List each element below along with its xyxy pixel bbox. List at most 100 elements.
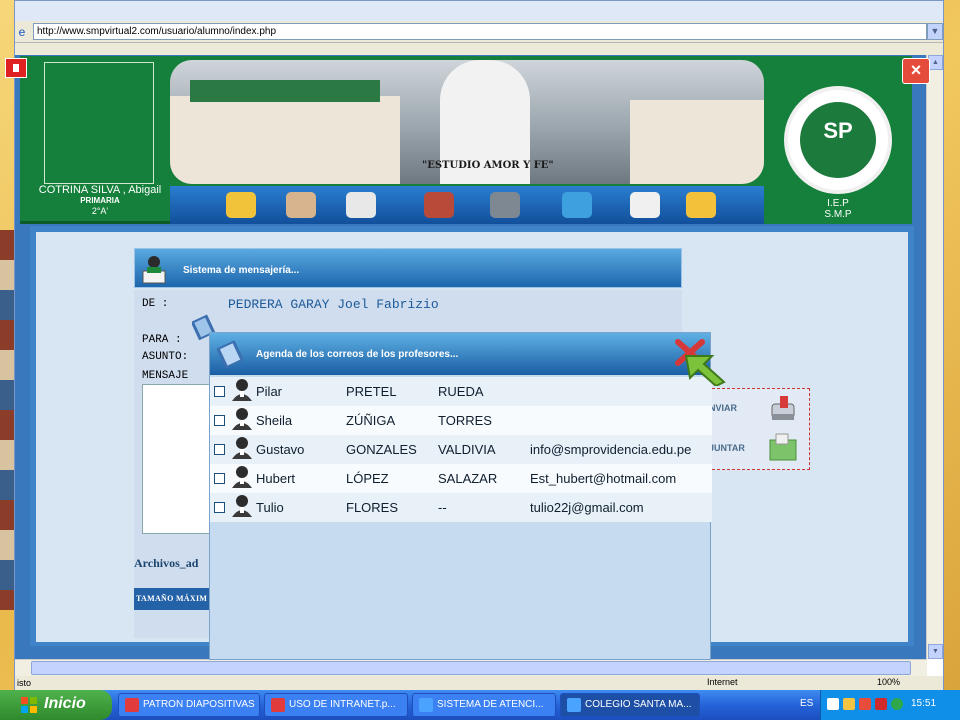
taskbar-item-patron[interactable]: PATRON DIAPOSITIVAS xyxy=(118,693,260,717)
teacher-row[interactable]: Tulio FLORES -- tulio22j@gmail.com xyxy=(210,493,712,522)
teacher-checkbox[interactable] xyxy=(214,414,225,426)
teacher-checkbox[interactable] xyxy=(214,472,225,484)
max-size-label: TAMAÑO MÁXIM xyxy=(136,594,208,603)
tray-network-icon[interactable] xyxy=(875,698,887,710)
minimize-button[interactable] xyxy=(5,58,27,78)
to-label: PARA : xyxy=(142,334,182,346)
address-bar[interactable]: e http://www.smpvirtual2.com/usuario/alu… xyxy=(15,21,943,43)
teacher-last-name-1: PRETEL xyxy=(346,384,397,399)
attach-file-icon[interactable] xyxy=(766,432,800,464)
student-computer-icon xyxy=(142,256,166,284)
status-zone: Internet xyxy=(707,677,738,687)
teacher-row[interactable]: Sheila ZÚÑIGA TORRES xyxy=(210,406,712,435)
banner-school-sign xyxy=(190,80,380,102)
teacher-last-name-2: VALDIVIA xyxy=(438,442,496,457)
logo-initials: SP xyxy=(823,118,853,143)
address-input[interactable]: http://www.smpvirtual2.com/usuario/alumn… xyxy=(33,23,927,40)
close-button[interactable]: × xyxy=(902,58,930,84)
teacher-last-name-2: TORRES xyxy=(438,413,492,428)
main-nav xyxy=(170,186,764,224)
school-banner-image: "ESTUDIO AMOR Y FE" xyxy=(170,60,764,184)
teacher-checkbox[interactable] xyxy=(214,443,225,455)
teacher-checkbox[interactable] xyxy=(214,385,225,397)
send-mail-icon[interactable] xyxy=(766,394,800,424)
status-zoom[interactable]: 100% xyxy=(877,677,900,687)
system-tray xyxy=(820,690,960,720)
ie-icon xyxy=(567,698,581,712)
school-name-line2: S.M.P xyxy=(824,209,852,220)
subject-label: ASUNTO: xyxy=(142,351,189,363)
teacher-email[interactable]: tulio22j@gmail.com xyxy=(530,493,712,522)
language-indicator[interactable]: ES xyxy=(800,698,813,709)
internet-icon[interactable] xyxy=(562,192,592,218)
teacher-first-name: Hubert xyxy=(256,471,296,486)
student-photo xyxy=(44,62,154,184)
pointer-arrow-icon xyxy=(684,355,726,386)
school-short-name: I.E.P S.M.P xyxy=(764,198,912,220)
teacher-email[interactable]: Est_hubert@hotmail.com xyxy=(530,464,712,493)
teacher-select-cell xyxy=(210,464,230,493)
horizontal-scrollbar[interactable] xyxy=(15,659,927,676)
tray-status-icon[interactable] xyxy=(891,698,903,710)
teacher-row[interactable]: Pilar PRETEL RUEDA xyxy=(210,377,712,406)
teacher-avatar-icon xyxy=(232,379,252,401)
address-book-icon xyxy=(216,340,244,369)
school-name-line1: I.E.P xyxy=(827,198,849,209)
logo-inner: SP xyxy=(800,102,876,178)
address-dropdown-icon[interactable]: ▼ xyxy=(927,23,943,40)
teacher-last-name-1: LÓPEZ xyxy=(346,471,389,486)
teacher-email[interactable]: info@smprovidencia.edu.pe xyxy=(530,435,712,464)
send-label[interactable]: NVIAR xyxy=(709,403,737,413)
ie-icon xyxy=(419,698,433,712)
teacher-last-name-2: SALAZAR xyxy=(438,471,498,486)
scroll-up-icon[interactable]: ▲ xyxy=(928,55,943,70)
avatar-cell xyxy=(230,377,256,406)
start-button[interactable]: Inicio xyxy=(0,690,112,720)
users-icon[interactable] xyxy=(286,192,316,218)
teacher-last-name-1: ZÚÑIGA xyxy=(346,413,396,428)
teacher-row[interactable]: Gustavo GONZALES VALDIVIA info@smprovidenci… xyxy=(210,435,712,464)
taskbar-item-colegio[interactable]: COLEGIO SANTA MA... xyxy=(560,693,700,717)
ie-page-icon: e xyxy=(18,24,26,39)
status-text: isto xyxy=(17,678,32,688)
teacher-avatar-icon xyxy=(232,466,252,488)
teacher-first-name: Sheila xyxy=(256,413,293,428)
vertical-scrollbar[interactable]: ▲ ▼ xyxy=(926,55,943,659)
teacher-select-cell xyxy=(210,435,230,464)
scroll-thumb[interactable] xyxy=(31,661,911,675)
banner-building-left xyxy=(170,96,400,184)
mail-icon[interactable] xyxy=(630,192,660,218)
from-label: DE : xyxy=(142,298,169,310)
tray-app-icon[interactable] xyxy=(843,698,855,710)
avatar-cell xyxy=(230,493,256,522)
attachments-label: Archivos_ad xyxy=(134,556,199,570)
teacher-agenda-popup: Agenda de los correos de los profesores.… xyxy=(209,332,712,660)
messaging-header: Sistema de mensajería... xyxy=(134,248,682,288)
taskbar-item-label: COLEGIO SANTA MA... xyxy=(585,699,692,710)
student-name: COTRINA SILVA , Abigail xyxy=(38,184,162,196)
scroll-down-icon[interactable]: ▼ xyxy=(928,644,943,659)
status-bar: isto Internet 100% xyxy=(15,676,943,691)
taskbar-item-label: SISTEMA DE ATENCI... xyxy=(437,699,544,710)
teacher-email[interactable] xyxy=(530,406,712,435)
teacher-avatar-icon xyxy=(232,495,252,517)
agenda-title: Agenda de los correos de los profesores.… xyxy=(256,349,459,360)
attach-label[interactable]: JUNTAR xyxy=(709,443,745,453)
home-icon[interactable] xyxy=(226,192,256,218)
tray-back-icon[interactable] xyxy=(827,698,839,710)
teacher-checkbox[interactable] xyxy=(214,501,225,513)
taskbar-item-sistema[interactable]: SISTEMA DE ATENCI... xyxy=(412,693,556,717)
teacher-last-name-1: FLORES xyxy=(346,500,399,515)
teacher-first-name: Gustavo xyxy=(256,442,305,457)
tray-security-icon[interactable] xyxy=(859,698,871,710)
taskbar-item-intranet[interactable]: USO DE INTRANET.p... xyxy=(264,693,408,717)
books-icon[interactable] xyxy=(346,192,376,218)
library-icon[interactable] xyxy=(424,192,454,218)
computer-icon[interactable] xyxy=(490,192,520,218)
teacher-row[interactable]: Hubert LÓPEZ SALAZAR Est_hubert@hotmail.com xyxy=(210,464,712,493)
teacher-select-cell xyxy=(210,377,230,406)
avatar-cell xyxy=(230,435,256,464)
lock-icon[interactable] xyxy=(686,192,716,218)
teacher-last-name-1: GONZALES xyxy=(346,442,417,457)
school-motto: "ESTUDIO AMOR Y FE" xyxy=(422,160,554,171)
